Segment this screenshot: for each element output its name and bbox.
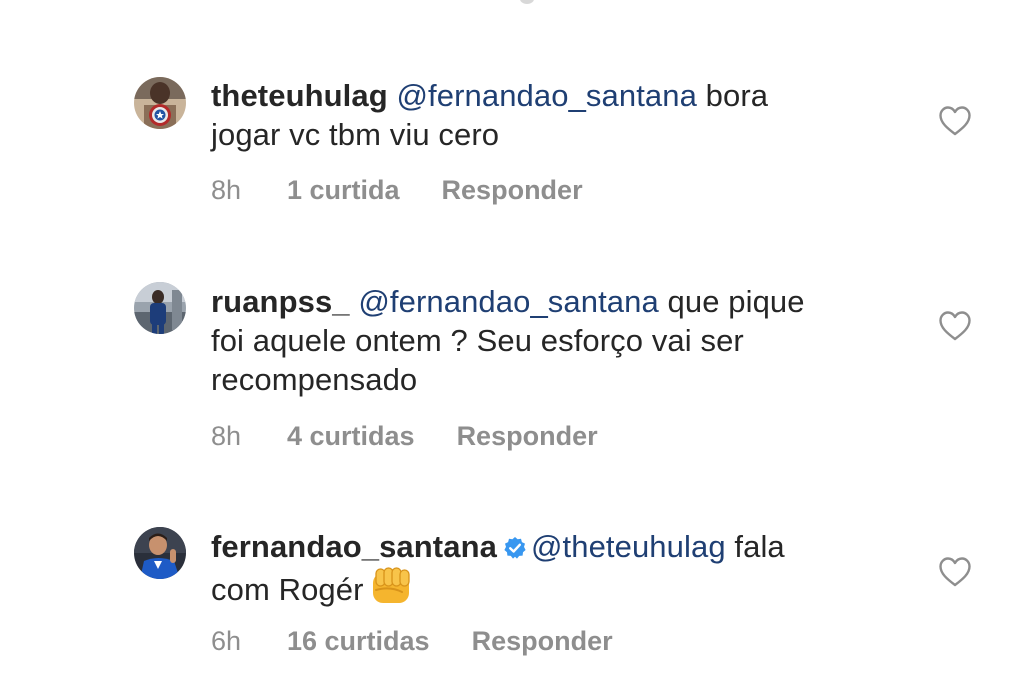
scroll-indicator [520, 0, 534, 4]
avatar[interactable] [134, 282, 186, 334]
comment-username[interactable]: fernandao_santana [211, 529, 497, 564]
oncoming-fist-emoji [372, 567, 410, 603]
comment-text: ruanpss_ @fernandao_santana que pique fo… [211, 282, 891, 399]
comment-time: 8h [211, 421, 242, 451]
comment-username[interactable]: ruanpss_ [211, 284, 350, 319]
avatar[interactable] [134, 527, 186, 579]
comment-likes[interactable]: 1 curtida [287, 174, 400, 206]
heart-outline-icon[interactable] [938, 556, 972, 588]
comment-body-line1: fala [725, 529, 785, 564]
comment-likes[interactable]: 16 curtidas [287, 625, 430, 657]
comment-mention[interactable]: @fernandao_santana [396, 78, 696, 113]
comment-body-line1: bora [696, 78, 769, 113]
reply-button[interactable]: Responder [457, 420, 598, 452]
comment-likes[interactable]: 4 curtidas [287, 420, 415, 452]
reply-button[interactable]: Responder [472, 625, 613, 657]
comment-mention[interactable]: @theteuhulag [531, 529, 726, 564]
verified-badge-icon [504, 537, 526, 559]
avatar[interactable] [134, 77, 186, 129]
comment-body: foi aquele ontem ? Seu esforço vai ser r… [211, 323, 744, 397]
comment-time: 8h [211, 175, 242, 205]
comment-mention[interactable]: @fernandao_santana [358, 284, 658, 319]
heart-outline-icon[interactable] [938, 105, 972, 137]
comment-username[interactable]: theteuhulag [211, 78, 388, 113]
comment-meta: 8h 1 curtida Responder [211, 174, 583, 206]
comment-text: theteuhulag @fernandao_santana bora joga… [211, 76, 891, 154]
heart-outline-icon[interactable] [938, 310, 972, 342]
comment-meta: 8h 4 curtidas Responder [211, 420, 598, 452]
comment-text: fernandao_santana @theteuhulag fala com … [211, 527, 891, 609]
reply-button[interactable]: Responder [442, 174, 583, 206]
comment-body: com Rogér [211, 572, 364, 607]
comment-meta: 6h 16 curtidas Responder [211, 625, 613, 657]
comment-body-line1: que pique [658, 284, 805, 319]
comment-body: jogar vc tbm viu cero [211, 117, 500, 152]
comment-time: 6h [211, 626, 242, 656]
